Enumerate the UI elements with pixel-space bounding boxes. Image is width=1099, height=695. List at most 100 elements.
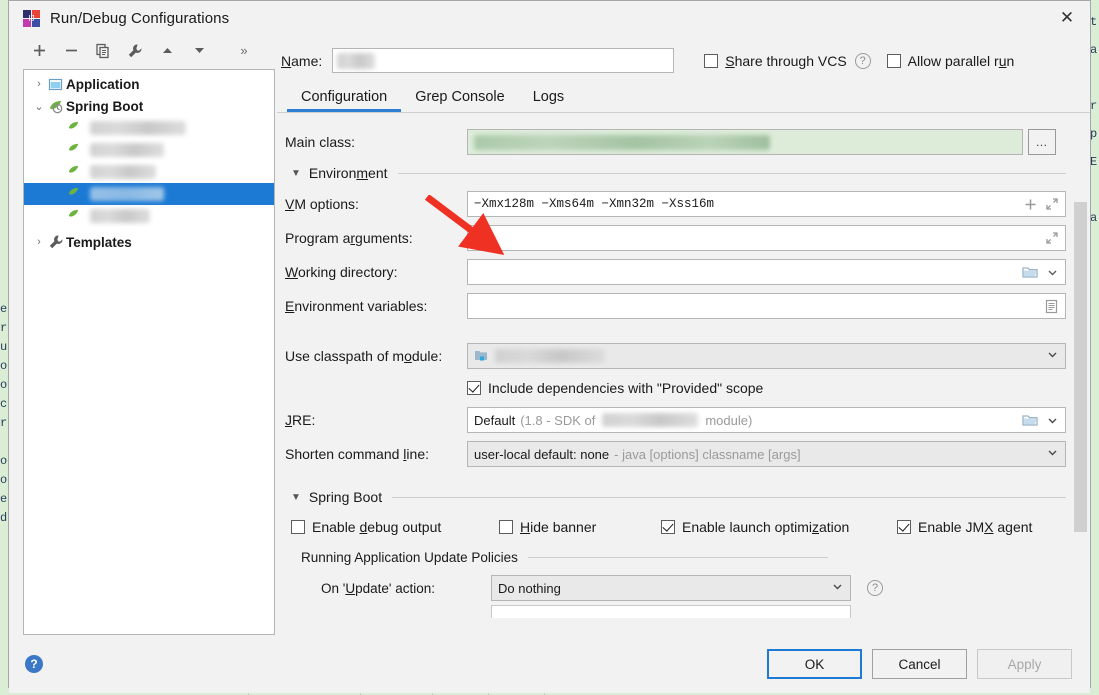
vm-options-field[interactable]: −Xmx128m −Xms64m −Xmn32m −Xss16m — [467, 191, 1066, 217]
tree-item-configuration-selected[interactable] — [24, 183, 274, 205]
help-icon[interactable]: ? — [25, 655, 43, 673]
tree-group-spring-boot[interactable]: ⌄ Spring Boot — [24, 95, 274, 117]
jre-value-detail-prefix: (1.8 - SDK of — [520, 412, 596, 428]
expand-icon[interactable] — [1045, 231, 1059, 245]
panel-scrollbar[interactable] — [1074, 117, 1087, 631]
jre-combo[interactable]: Default (1.8 - SDK of module) — [467, 407, 1066, 433]
chevron-right-icon[interactable]: › — [30, 236, 48, 248]
hide-banner-checkbox[interactable]: Hide banner — [499, 519, 661, 535]
enable-debug-output-label: Enable debug output — [312, 519, 442, 535]
chevron-down-icon[interactable]: ▼ — [291, 168, 301, 179]
chevron-down-icon[interactable] — [823, 580, 844, 596]
main-class-browse-button[interactable]: … — [1028, 129, 1056, 155]
program-arguments-row: Program arguments: — [285, 221, 1066, 255]
move-up-button[interactable] — [151, 38, 183, 64]
checkbox-box — [291, 520, 305, 534]
enable-jmx-agent-label: Enable JMX agent — [918, 519, 1033, 535]
include-provided-label: Include dependencies with "Provided" sco… — [488, 380, 764, 396]
checkbox-box — [499, 520, 513, 534]
name-input[interactable] — [332, 48, 675, 73]
tree-item-configuration[interactable] — [24, 161, 274, 183]
tab-logs[interactable]: Logs — [519, 86, 578, 112]
include-provided-checkbox[interactable]: Include dependencies with "Provided" sco… — [467, 380, 763, 396]
enable-launch-optimization-label: Enable launch optimization — [682, 519, 850, 535]
main-class-field[interactable] — [467, 129, 1023, 155]
spring-boot-section-label: Spring Boot — [308, 489, 383, 505]
jre-value-detail-suffix: module) — [705, 412, 753, 428]
tree-toolbar: » — [9, 35, 277, 66]
ok-button[interactable]: OK — [767, 649, 862, 679]
expand-icon[interactable] — [1045, 197, 1059, 211]
working-directory-field[interactable] — [467, 259, 1066, 285]
chevron-down-icon[interactable]: ▼ — [291, 492, 301, 503]
spring-boot-leaf-icon — [68, 120, 84, 136]
edit-templates-wrench-icon[interactable] — [119, 38, 151, 64]
folder-icon[interactable] — [1022, 265, 1038, 279]
enable-debug-output-checkbox[interactable]: Enable debug output — [291, 519, 499, 535]
cancel-button[interactable]: Cancel — [872, 649, 967, 679]
scrollbar-thumb[interactable] — [1074, 202, 1087, 532]
allow-parallel-run-checkbox[interactable]: Allow parallel run — [886, 53, 1014, 69]
shorten-command-line-combo[interactable]: user-local default: none - java [options… — [467, 441, 1066, 467]
folder-icon[interactable] — [1022, 413, 1038, 427]
spring-boot-icon — [48, 99, 66, 114]
checkbox-box — [886, 53, 901, 68]
working-directory-row: Working directory: — [285, 255, 1066, 289]
spring-boot-section-header[interactable]: ▼ Spring Boot — [285, 483, 1066, 511]
move-down-button[interactable] — [183, 38, 215, 64]
tab-grep-console[interactable]: Grep Console — [401, 86, 518, 112]
tree-item-configuration[interactable] — [24, 139, 274, 161]
configurations-tree[interactable]: › Application ⌄ Spring Boot › Templates — [23, 69, 275, 635]
program-arguments-field[interactable] — [467, 225, 1066, 251]
copy-configuration-button[interactable] — [87, 38, 119, 64]
tree-group-templates[interactable]: › Templates — [24, 231, 274, 253]
section-divider — [397, 172, 1066, 174]
tree-group-application[interactable]: › Application — [24, 73, 274, 95]
apply-button[interactable]: Apply — [977, 649, 1072, 679]
redacted-config-name — [90, 143, 164, 157]
run-debug-configurations-dialog: IJ Run/Debug Configurations ✕ » › Applic… — [8, 0, 1091, 693]
jre-label: JRE: — [285, 412, 316, 428]
tree-item-configuration[interactable] — [24, 117, 274, 139]
plus-icon[interactable] — [1024, 198, 1037, 211]
chevron-down-icon[interactable] — [1046, 266, 1059, 279]
redacted-config-name — [90, 187, 164, 201]
enable-launch-optimization-checkbox[interactable]: Enable launch optimization — [661, 519, 897, 535]
name-label: Name: — [281, 52, 323, 69]
name-row-options: Share through VCS ? Allow parallel run — [704, 52, 1014, 69]
share-vcs-help-icon[interactable]: ? — [854, 52, 871, 69]
redacted-config-name — [90, 121, 186, 135]
chevron-down-icon[interactable]: ⌄ — [30, 100, 48, 113]
classpath-module-combo[interactable] — [467, 343, 1066, 369]
intellij-idea-icon: IJ — [23, 9, 40, 27]
checkbox-box — [704, 53, 719, 68]
close-icon[interactable]: ✕ — [1044, 1, 1090, 35]
environment-section-header[interactable]: ▼ Environment — [285, 159, 1066, 187]
hide-banner-label: Hide banner — [520, 519, 597, 535]
environment-variables-field[interactable] — [467, 293, 1066, 319]
chevron-down-icon[interactable] — [1038, 446, 1059, 462]
on-update-action-help-icon[interactable]: ? — [867, 580, 883, 596]
toolbar-overflow-button[interactable]: » — [233, 38, 255, 64]
chevron-right-icon[interactable]: › — [30, 78, 48, 90]
add-configuration-button[interactable] — [23, 38, 55, 64]
chevron-down-icon[interactable] — [1046, 414, 1059, 427]
application-icon — [48, 77, 66, 92]
chevron-down-icon[interactable] — [1038, 348, 1059, 364]
update-policies-label: Running Application Update Policies — [301, 549, 518, 565]
partial-combo-edge[interactable] — [491, 605, 851, 618]
list-icon[interactable] — [1044, 299, 1059, 314]
enable-jmx-agent-checkbox[interactable]: Enable JMX agent — [897, 519, 1032, 535]
on-update-action-combo[interactable]: Do nothing — [491, 575, 851, 601]
shorten-value-muted: - java [options] classname [args] — [614, 446, 801, 462]
environment-variables-label: Environment variables: — [285, 298, 428, 314]
vm-options-value: −Xmx128m −Xms64m −Xmn32m −Xss16m — [474, 197, 715, 211]
tree-item-configuration[interactable] — [24, 205, 274, 227]
tree-group-label: Application — [66, 76, 140, 92]
tab-configuration[interactable]: Configuration — [287, 86, 402, 112]
share-through-vcs-checkbox[interactable]: Share through VCS — [704, 53, 847, 69]
jre-value-strong: Default — [474, 412, 516, 428]
remove-configuration-button[interactable] — [55, 38, 87, 64]
dialog-footer: ? OK Cancel Apply — [9, 635, 1090, 693]
configuration-panel-scroll: Main class: … ▼ Environment VM options: … — [277, 113, 1090, 635]
